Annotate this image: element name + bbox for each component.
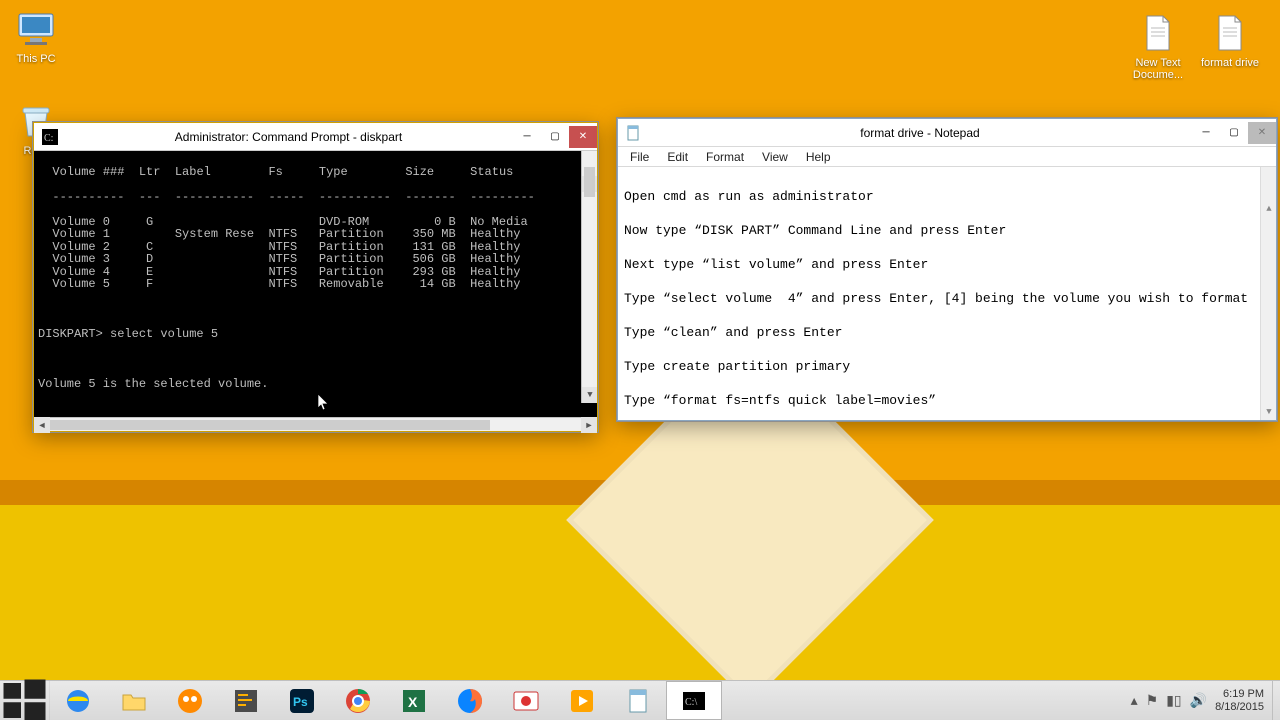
- taskbar-item-photoshop[interactable]: Ps: [274, 681, 330, 720]
- taskbar-item-firefox[interactable]: [442, 681, 498, 720]
- cmd-icon: C:\: [680, 687, 708, 715]
- notepad-titlebar[interactable]: format drive - Notepad ─ ▢ ✕: [618, 119, 1276, 147]
- scroll-thumb[interactable]: [50, 420, 490, 430]
- close-button[interactable]: ✕: [569, 126, 597, 148]
- desktop-icon-label: This PC: [16, 53, 55, 65]
- taskbar-item-uc[interactable]: [162, 681, 218, 720]
- close-button[interactable]: ✕: [1248, 122, 1276, 144]
- np-line: Type “select volume 4” and press Enter, …: [624, 290, 1270, 307]
- windows-logo-icon: [0, 676, 49, 720]
- desktop-icon-this-pc[interactable]: This PC: [0, 8, 72, 65]
- cmd-header-row: Volume ### Ltr Label Fs Type Size Status: [38, 166, 593, 179]
- taskbar-item-sublime[interactable]: [218, 681, 274, 720]
- desktop-icon-new-text-doc[interactable]: New Text Docume...: [1122, 12, 1194, 81]
- cmd-volume-row: Volume 5 F NTFS Removable 14 GB Healthy: [38, 278, 593, 291]
- photoshop-icon: Ps: [288, 687, 316, 715]
- menu-help[interactable]: Help: [798, 149, 839, 165]
- cmd-volume-row: Volume 1 System Rese NTFS Partition 350 …: [38, 228, 593, 241]
- taskbar-item-media[interactable]: [554, 681, 610, 720]
- cmd-output-area[interactable]: Volume ### Ltr Label Fs Type Size Status…: [34, 151, 597, 417]
- notepad-text-area[interactable]: Open cmd as run as administrator Now typ…: [618, 167, 1276, 420]
- maximize-button[interactable]: ▢: [1220, 122, 1248, 144]
- maximize-button[interactable]: ▢: [541, 126, 569, 148]
- taskbar-clock[interactable]: 6:19 PM 8/18/2015: [1215, 688, 1264, 714]
- taskbar-item-ie[interactable]: [50, 681, 106, 720]
- show-desktop-button[interactable]: [1272, 681, 1280, 720]
- np-line: Open cmd as run as administrator: [624, 188, 1270, 205]
- cmd-icon: C:: [42, 129, 58, 145]
- cmd-volume-row: Volume 3 D NTFS Partition 506 GB Healthy: [38, 253, 593, 266]
- menu-view[interactable]: View: [754, 149, 796, 165]
- np-line: Next type “list volume” and press Enter: [624, 256, 1270, 273]
- folder-icon: [120, 687, 148, 715]
- notepad-title: format drive - Notepad: [648, 126, 1192, 140]
- taskbar-item-cmd[interactable]: C:\: [666, 681, 722, 720]
- taskbar-item-notepad[interactable]: [610, 681, 666, 720]
- command-prompt-window[interactable]: C: Administrator: Command Prompt - diskp…: [33, 122, 598, 432]
- desktop-icon-label: New Text Docume...: [1133, 57, 1183, 81]
- notepad-menu-bar: File Edit Format View Help: [618, 147, 1276, 167]
- clock-time: 6:19 PM: [1215, 688, 1264, 701]
- cmd-line: Volume 5 is the selected volume.: [38, 378, 593, 391]
- excel-icon: X: [400, 687, 428, 715]
- volume-icon[interactable]: 🔊: [1190, 692, 1207, 709]
- np-line: Type “clean” and press Enter: [624, 324, 1270, 341]
- np-line: Type “format fs=ntfs quick label=movies”: [624, 392, 1270, 409]
- screen-recorder-icon: [512, 687, 540, 715]
- menu-format[interactable]: Format: [698, 149, 752, 165]
- notepad-icon: [624, 687, 652, 715]
- scroll-right-arrow-icon[interactable]: ►: [581, 417, 597, 433]
- cmd-titlebar[interactable]: C: Administrator: Command Prompt - diskp…: [34, 123, 597, 151]
- uc-browser-icon: [176, 687, 204, 715]
- clock-date: 8/18/2015: [1215, 701, 1264, 714]
- cmd-header-underline: ---------- --- ----------- ----- -------…: [38, 191, 593, 204]
- chrome-icon: [344, 687, 372, 715]
- scroll-left-arrow-icon[interactable]: ◄: [34, 417, 50, 433]
- scroll-down-arrow-icon[interactable]: ▼: [582, 387, 597, 403]
- network-icon[interactable]: ▮▯: [1166, 692, 1181, 709]
- cmd-horizontal-scrollbar[interactable]: ◄ ►: [34, 417, 597, 431]
- cmd-title: Administrator: Command Prompt - diskpart: [64, 130, 513, 144]
- cmd-line: DISKPART> select volume 5: [38, 328, 593, 341]
- minimize-button[interactable]: ─: [1192, 122, 1220, 144]
- notepad-icon: [626, 125, 642, 141]
- desktop-icon-label: format drive: [1201, 57, 1259, 69]
- ie-icon: [64, 687, 92, 715]
- taskbar: Ps X C:\ ▴ ⚑ ▮▯ 🔊 6:19 PM 8/18/2015: [0, 680, 1280, 720]
- menu-file[interactable]: File: [622, 149, 657, 165]
- firefox-icon: [456, 687, 484, 715]
- desktop-icon-format-drive[interactable]: format drive: [1194, 12, 1266, 69]
- taskbar-item-excel[interactable]: X: [386, 681, 442, 720]
- taskbar-item-chrome[interactable]: [330, 681, 386, 720]
- tray-overflow-icon[interactable]: ▴: [1131, 692, 1138, 709]
- svg-text:X: X: [408, 694, 418, 710]
- svg-text:Ps: Ps: [293, 695, 308, 709]
- notepad-window[interactable]: format drive - Notepad ─ ▢ ✕ File Edit F…: [617, 118, 1277, 421]
- cmd-vertical-scrollbar[interactable]: ▲ ▼: [581, 151, 597, 403]
- svg-text:C:: C:: [44, 133, 53, 144]
- start-button[interactable]: [0, 681, 50, 720]
- menu-edit[interactable]: Edit: [659, 149, 696, 165]
- scroll-thumb[interactable]: [584, 167, 595, 197]
- taskbar-item-recorder[interactable]: [498, 681, 554, 720]
- svg-text:C:\: C:\: [685, 697, 697, 708]
- taskbar-item-explorer[interactable]: [106, 681, 162, 720]
- np-line: Type create partition primary: [624, 358, 1270, 375]
- notepad-vertical-scrollbar[interactable]: ▲ ▼: [1260, 167, 1276, 420]
- scroll-up-arrow-icon[interactable]: ▲: [1261, 201, 1276, 217]
- np-line: Now type “DISK PART” Command Line and pr…: [624, 222, 1270, 239]
- action-center-icon[interactable]: ⚑: [1146, 692, 1159, 709]
- media-player-icon: [568, 687, 596, 715]
- minimize-button[interactable]: ─: [513, 126, 541, 148]
- system-tray: ▴ ⚑ ▮▯ 🔊 6:19 PM 8/18/2015: [1123, 681, 1272, 720]
- scroll-down-arrow-icon[interactable]: ▼: [1261, 404, 1276, 420]
- editor-icon: [232, 687, 260, 715]
